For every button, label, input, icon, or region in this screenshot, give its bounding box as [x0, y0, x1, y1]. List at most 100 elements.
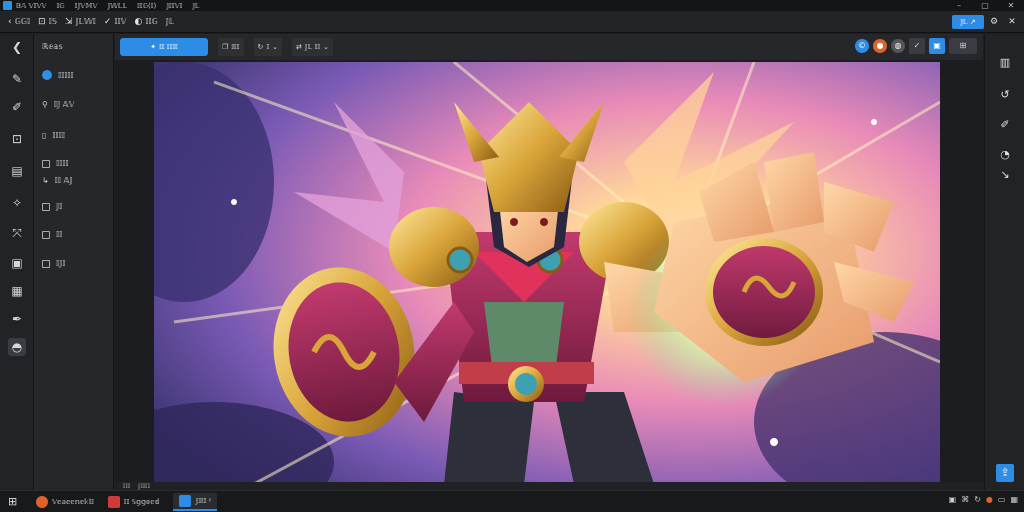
toolbar-item-label: 𝕀𝕊: [48, 17, 57, 26]
mask-icon[interactable]: ◓: [8, 338, 26, 356]
menu-item-2[interactable]: 𝕀𝔾: [56, 2, 64, 10]
toolbar-item-label: 𝔾𝔾𝕀: [14, 17, 31, 26]
toolbar-item-label: 𝕀𝕀𝕍: [114, 17, 127, 26]
minimize-button[interactable]: –: [946, 0, 972, 11]
eraser-icon[interactable]: ✐: [8, 98, 26, 116]
export-icon: ⇲: [64, 16, 73, 27]
copy-icon: ❐: [222, 43, 229, 51]
window-controls: – ▢ ✕: [946, 0, 1024, 11]
toolbar-item-1[interactable]: ‹ 𝔾𝔾𝕀: [8, 17, 30, 27]
brush-icon[interactable]: ✎: [8, 70, 26, 88]
layout-icon[interactable]: ▣: [929, 38, 945, 54]
generate-button[interactable]: ✦ 𝕀𝕀 𝕀𝕀𝕀𝕀: [120, 38, 208, 56]
network-icon[interactable]: ⌘: [961, 495, 969, 504]
hero-illustration: [154, 62, 940, 484]
expand-icon[interactable]: ↘: [996, 166, 1014, 184]
menu-item-7[interactable]: 𝕁𝕃: [192, 2, 199, 10]
panel-option-2[interactable]: ⚲ 𝕀𝕁 𝔸𝕍: [42, 100, 74, 109]
battery-icon[interactable]: ▭: [998, 495, 1006, 504]
contrast-icon: ◐: [134, 16, 143, 27]
tag-icon[interactable]: ⊞: [949, 38, 977, 54]
export-icon[interactable]: ⇪: [996, 464, 1014, 482]
os-taskbar: ⊞ 𝕍𝕖𝕒𝕖𝕖𝕟𝕖𝕜𝕝𝕀 𝕀𝕀 𝕊𝕘𝕘𝕠𝕖𝕕 𝕁𝕀𝕀𝕀 ʸ ▣ ⌘ ↻ ● ▭ …: [0, 490, 1024, 512]
close-panel-icon[interactable]: ✕: [1006, 15, 1018, 29]
panel-option-5[interactable]: ↳ 𝕀𝕀 𝔸𝕁: [42, 176, 73, 185]
alert-icon[interactable]: ●: [986, 495, 993, 504]
checkbox[interactable]: [42, 259, 50, 268]
app-icon: [3, 1, 12, 10]
chevron-down-icon: ⌄: [272, 43, 279, 51]
toolbar-item-3[interactable]: ⇲ 𝕁𝕃𝕎𝕀: [65, 17, 96, 27]
maximize-button[interactable]: ▢: [972, 0, 998, 11]
taskbar-app-3[interactable]: 𝕁𝕀𝕀𝕀 ʸ: [173, 492, 218, 511]
record-icon[interactable]: ●: [873, 39, 887, 53]
sync-icon[interactable]: ↻: [974, 495, 981, 504]
panel-option-6[interactable]: 𝕁𝕀: [42, 202, 62, 211]
panel-option-1[interactable]: 𝕀𝕀𝕀𝕀𝕀: [42, 70, 74, 80]
timer-icon[interactable]: ◔: [996, 146, 1014, 164]
checkbox[interactable]: [42, 159, 50, 168]
history-icon: ↻: [257, 43, 264, 51]
radio-selected-icon: [42, 70, 52, 80]
app-icon: [107, 495, 120, 508]
close-window-button[interactable]: ✕: [998, 0, 1024, 11]
clock-icon[interactable]: ▦: [1010, 495, 1018, 504]
toolbar-item-2[interactable]: ⊡ 𝕀𝕊: [38, 17, 57, 27]
taskbar-app-2[interactable]: 𝕀𝕀 𝕊𝕘𝕘𝕠𝕖𝕕: [107, 495, 159, 508]
tray-icon[interactable]: ▣: [949, 495, 957, 504]
settings-icon[interactable]: ⚙: [988, 15, 1000, 29]
sparkle-icon: ✦: [150, 43, 157, 51]
panel-option-4[interactable]: 𝕀𝕀𝕀𝕀: [42, 159, 69, 168]
check-square-icon[interactable]: ✓: [909, 38, 925, 54]
status-item-2: 𝕁𝕀𝕀𝕀𝕀: [138, 482, 150, 490]
toolbar-item-5[interactable]: ◐ 𝕀𝕀𝔾: [134, 17, 157, 27]
back-icon: ‹: [8, 16, 12, 27]
canvas-tool-3[interactable]: ⇄ 𝕁𝕃 𝕀𝕀 ⌄: [292, 38, 333, 56]
adjust-icon: ⇄: [296, 43, 302, 51]
canvas-toolbar: ✦ 𝕀𝕀 𝕀𝕀𝕀𝕀 ❐ 𝕀𝕀𝕀 ↻ 𝕀 ⌄ ⇄ 𝕁𝕃 𝕀𝕀 ⌄ © ● ◍ ✓ ▣ ⊞: [115, 34, 983, 60]
text-icon[interactable]: ▦: [8, 282, 26, 300]
crop-icon[interactable]: ⊡: [8, 130, 26, 148]
toolbar-item-6[interactable]: 𝕁𝕃: [166, 17, 174, 26]
left-options-panel: ℝ𝕖𝕒𝕤 𝕀𝕀𝕀𝕀𝕀 ⚲ 𝕀𝕁 𝔸𝕍 ▯ 𝕀𝕀𝕀𝕀 𝕀𝕀𝕀𝕀 ↳ 𝕀𝕀 𝔸𝕁 𝕁𝕀 𝕀…: [34, 34, 114, 490]
pen-icon[interactable]: ✒: [8, 310, 26, 328]
panel-header: ℝ𝕖𝕒𝕤: [42, 42, 63, 51]
editor-icon: [179, 494, 192, 507]
menu-item-6[interactable]: 𝕁𝕀𝕀𝕍𝕀: [166, 2, 182, 10]
indent-icon: ↳: [42, 176, 49, 185]
canvas-tool-1[interactable]: ❐ 𝕀𝕀𝕀: [218, 38, 244, 56]
panel-option-3[interactable]: ▯ 𝕀𝕀𝕀𝕀: [42, 131, 65, 140]
grid-icon[interactable]: ▥: [996, 54, 1014, 72]
pipette-icon[interactable]: ✐: [996, 116, 1014, 134]
canvas-artwork[interactable]: [154, 62, 940, 484]
system-tray: ▣ ⌘ ↻ ● ▭ ▦: [949, 495, 1018, 504]
image-icon[interactable]: ▣: [8, 254, 26, 272]
lasso-icon[interactable]: ↺: [996, 86, 1014, 104]
layers-icon[interactable]: ▤: [8, 162, 26, 180]
frame-icon: ⊡: [38, 16, 46, 27]
canvas-tool-2[interactable]: ↻ 𝕀 ⌄: [253, 38, 283, 56]
right-tool-rail: ▥ ↺ ✐ ◔ ↘ ⇪: [984, 34, 1024, 490]
checkbox[interactable]: [42, 202, 50, 211]
magic-wand-icon[interactable]: ✧: [8, 194, 26, 212]
canvas-area: ✦ 𝕀𝕀 𝕀𝕀𝕀𝕀 ❐ 𝕀𝕀𝕀 ↻ 𝕀 ⌄ ⇄ 𝕁𝕃 𝕀𝕀 ⌄ © ● ◍ ✓ ▣ ⊞: [115, 34, 983, 490]
panel-option-7[interactable]: 𝕀𝕀: [42, 230, 62, 239]
taskbar-app-1[interactable]: 𝕍𝕖𝕒𝕖𝕖𝕟𝕖𝕜𝕝𝕀: [36, 495, 94, 508]
toolbar-item-label: 𝕁𝕃: [165, 17, 175, 26]
menu-item-3[interactable]: 𝕀𝕁𝕍𝕄𝕍: [75, 2, 98, 10]
start-menu-icon[interactable]: ⊞: [8, 495, 22, 508]
info-icon[interactable]: ©: [855, 39, 869, 53]
menu-item-4[interactable]: 𝕁𝕎𝕃𝕃: [107, 2, 127, 10]
panel-option-8[interactable]: 𝕀𝕁𝕀: [42, 259, 65, 268]
back-arrow-icon[interactable]: ❮: [8, 38, 26, 56]
globe-icon[interactable]: ◍: [891, 39, 905, 53]
status-bar: 𝕀𝕀𝕀 𝕁𝕀𝕀𝕀𝕀: [115, 482, 983, 490]
menu-item-5[interactable]: 𝕀𝕀𝔾(𝕀): [137, 2, 156, 10]
transform-icon[interactable]: ⤧: [8, 224, 26, 242]
frame-icon: ▯: [42, 131, 47, 140]
menu-item-1[interactable]: 𝔹𝔸 𝕍𝕀𝕍𝕍: [16, 2, 46, 10]
share-button[interactable]: 𝕁𝕃 ↗: [952, 15, 984, 29]
toolbar-item-4[interactable]: ✓ 𝕀𝕀𝕍: [104, 17, 127, 27]
check-icon: ✓: [103, 16, 112, 27]
checkbox[interactable]: [42, 230, 50, 239]
